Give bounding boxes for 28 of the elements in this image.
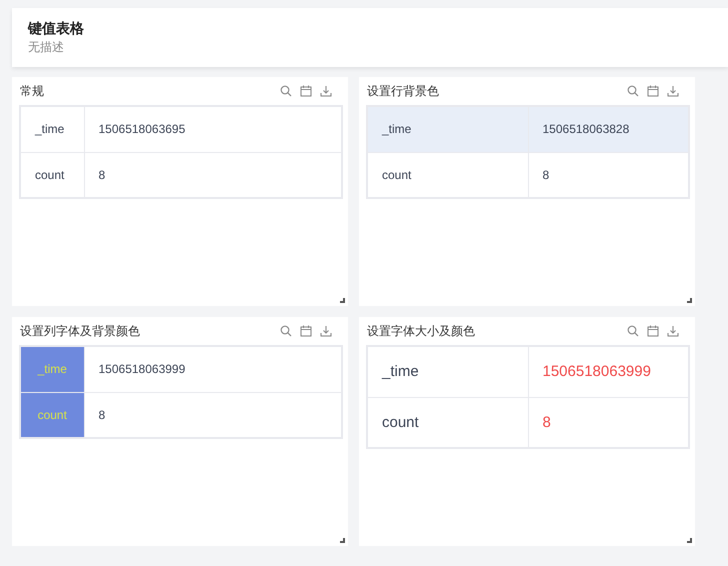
resize-handle-icon[interactable]: [340, 298, 345, 303]
search-icon[interactable]: [280, 325, 292, 337]
calendar-icon[interactable]: [647, 85, 659, 97]
search-icon[interactable]: [280, 85, 292, 97]
key-cell: _time: [20, 106, 84, 152]
resize-handle-icon[interactable]: [687, 538, 692, 543]
download-icon[interactable]: [320, 85, 332, 97]
resize-handle-icon[interactable]: [340, 538, 345, 543]
panel-title: 设置字体大小及颜色: [367, 322, 476, 340]
key-cell: _time: [20, 346, 84, 392]
dashboard-description: 无描述: [28, 40, 65, 55]
download-icon[interactable]: [320, 325, 332, 337]
calendar-icon[interactable]: [300, 325, 312, 337]
calendar-icon[interactable]: [647, 325, 659, 337]
panel-title: 设置行背景色: [367, 82, 440, 100]
search-icon[interactable]: [627, 85, 639, 97]
resize-handle-icon[interactable]: [687, 298, 692, 303]
download-icon[interactable]: [667, 85, 679, 97]
dashboard-title: 键值表格: [28, 20, 85, 37]
panel-title: 常规: [20, 82, 45, 100]
key-cell: count: [20, 392, 84, 438]
key-cell: _time: [367, 346, 528, 397]
panel-title: 设置列字体及背景颜色: [20, 322, 141, 340]
value-cell: 1506518063828: [528, 106, 689, 152]
search-icon[interactable]: [627, 325, 639, 337]
calendar-icon[interactable]: [300, 85, 312, 97]
download-icon[interactable]: [667, 325, 679, 337]
key-cell: _time: [367, 106, 528, 152]
